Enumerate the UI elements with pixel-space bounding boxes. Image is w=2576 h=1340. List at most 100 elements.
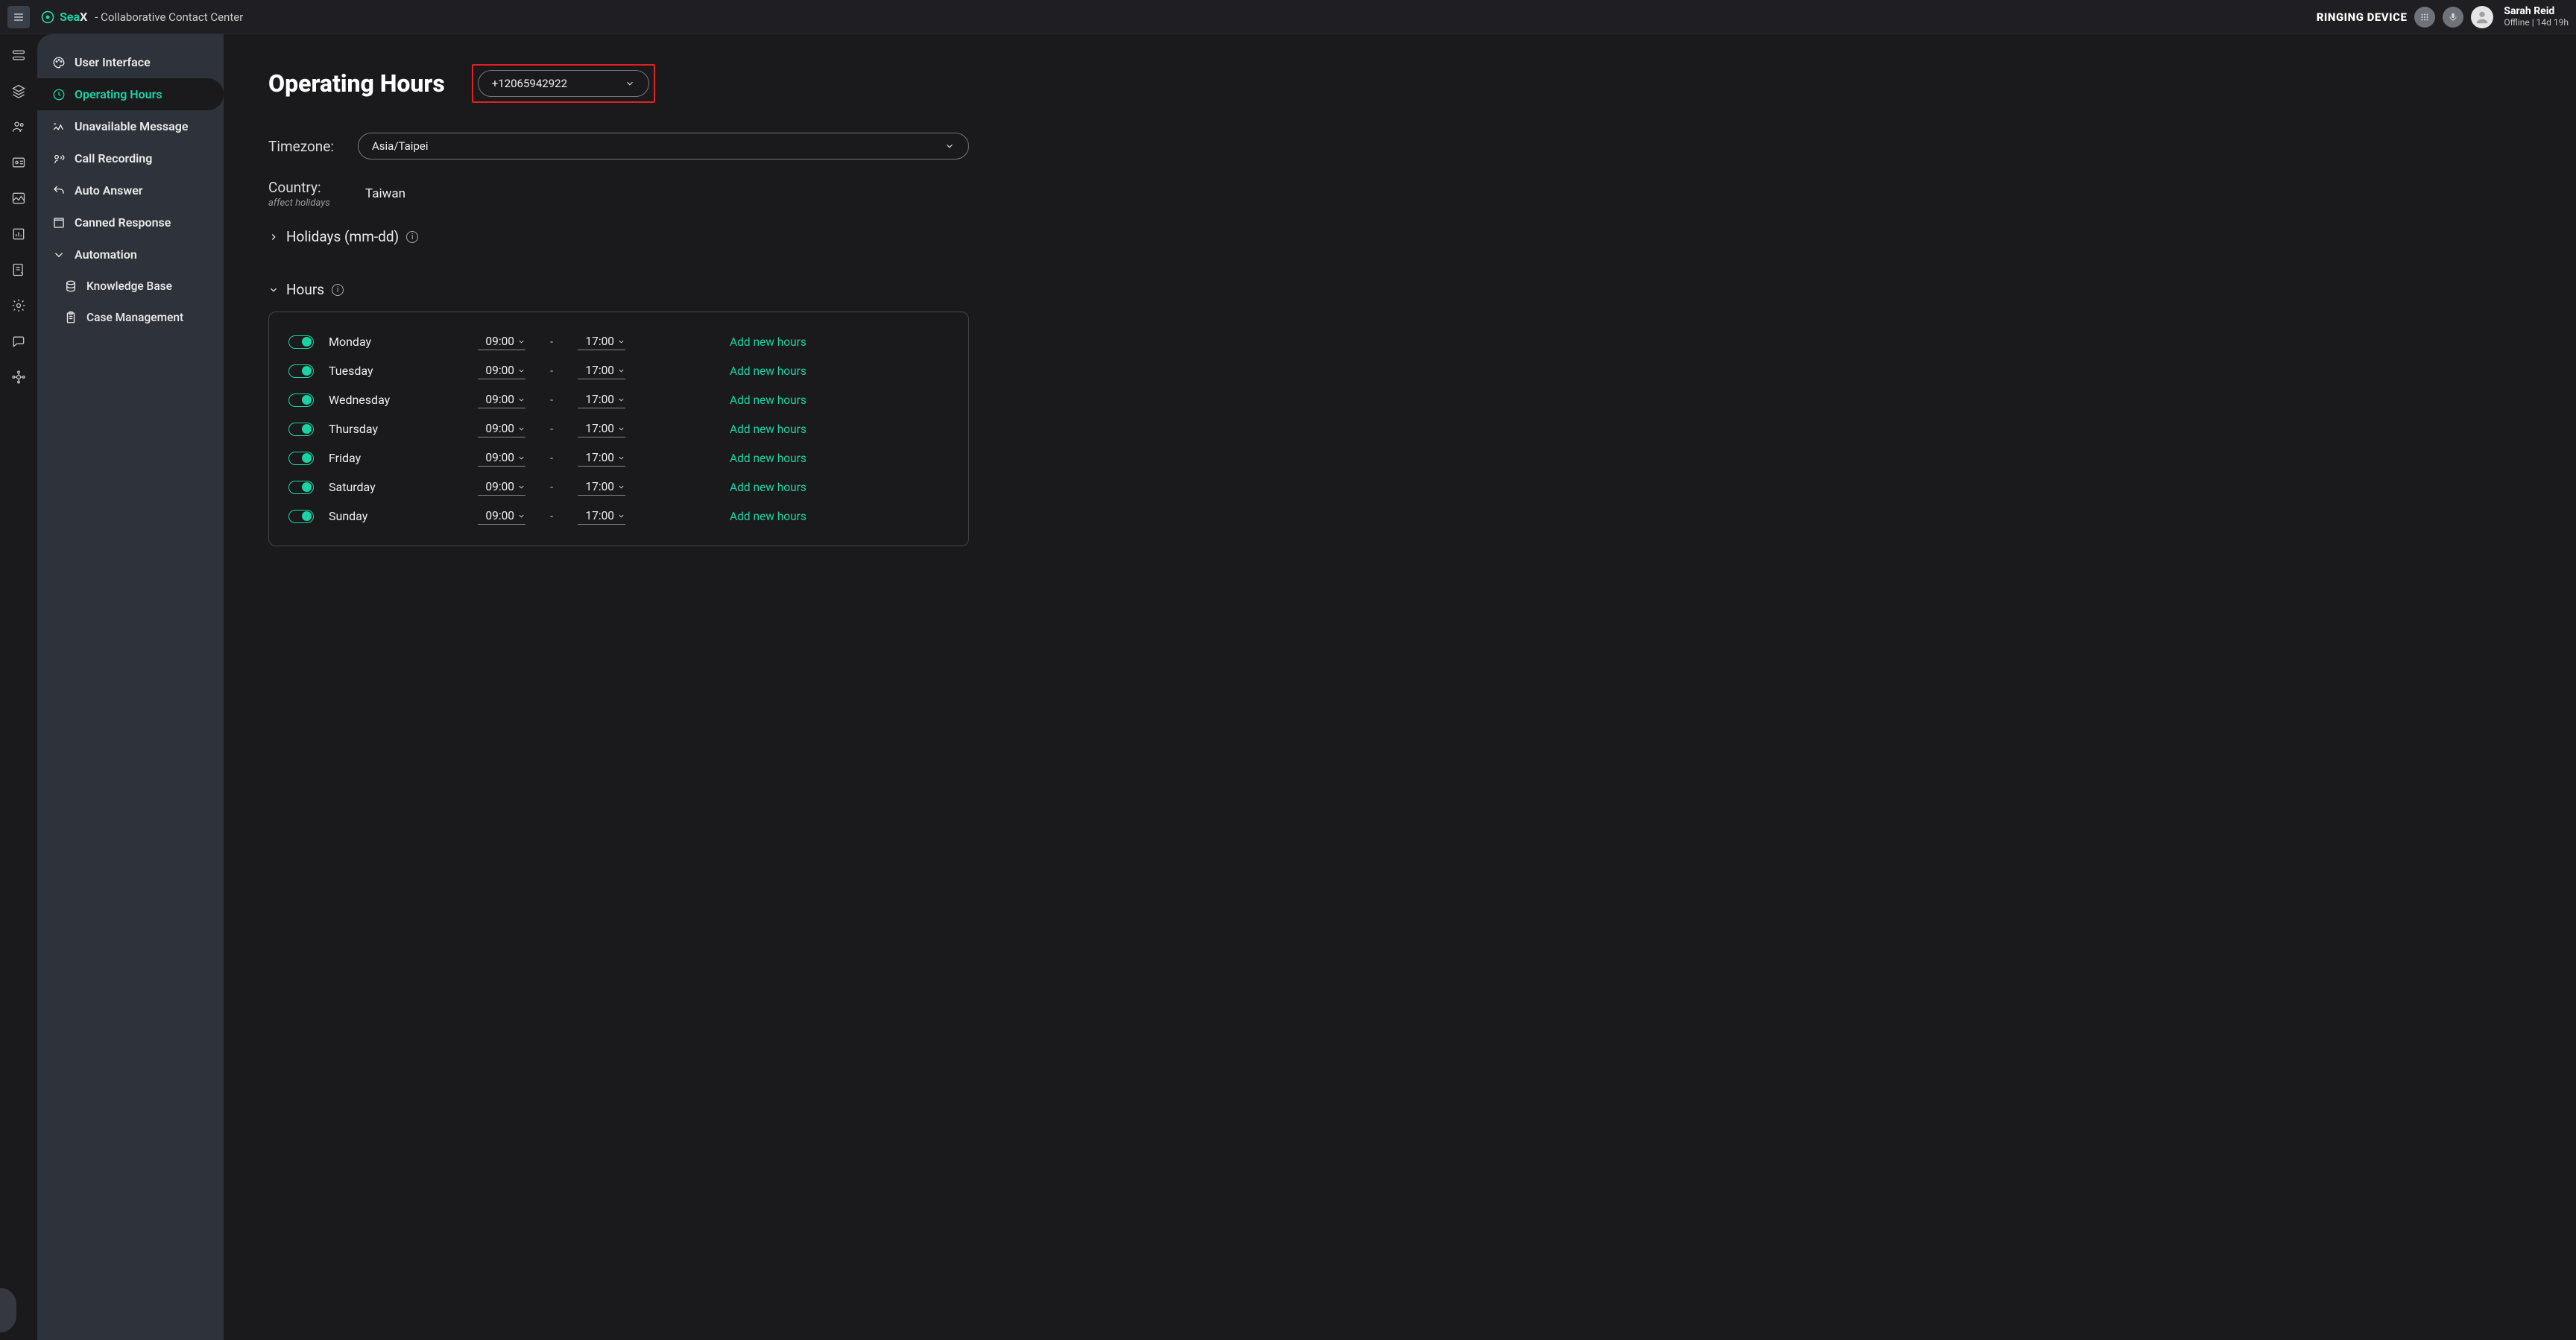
sidebar-item-canned-response[interactable]: Canned Response <box>37 206 224 238</box>
user-status: Offline | 14d 19h <box>2504 18 2569 28</box>
clock-icon <box>52 88 66 101</box>
ringing-device-label: RINGING DEVICE <box>2317 10 2408 24</box>
add-hours-link[interactable]: Add new hours <box>730 394 806 407</box>
chevron-right-icon <box>268 232 279 242</box>
icon-rail <box>0 34 37 1340</box>
header-actions: Sarah Reid Offline | 14d 19h <box>2414 6 2569 28</box>
time-to-select[interactable]: 17:00 <box>578 449 625 467</box>
country-sublabel: affect holidays <box>268 197 343 209</box>
dialpad-button[interactable] <box>2414 7 2435 28</box>
add-hours-link[interactable]: Add new hours <box>730 364 806 378</box>
time-to-select[interactable]: 17:00 <box>578 508 625 525</box>
country-value: Taiwan <box>365 186 405 201</box>
hours-row: Wednesday 09:00 - 17:00 Add new hours <box>288 385 949 414</box>
timezone-dropdown[interactable]: Asia/Taipei <box>358 133 969 159</box>
sidebar-item-label: Auto Answer <box>75 183 143 197</box>
brand-sub: - Collaborative Contact Center <box>95 10 243 24</box>
sidebar-item-user-interface[interactable]: User Interface <box>37 46 224 78</box>
menu-toggle-button[interactable] <box>7 6 30 28</box>
time-from-select[interactable]: 09:00 <box>478 478 525 496</box>
sidebar-item-label: Case Management <box>86 311 183 324</box>
time-to-select[interactable]: 17:00 <box>578 362 625 379</box>
add-hours-link[interactable]: Add new hours <box>730 510 806 523</box>
phone-highlight-box: +12065942922 <box>472 64 655 103</box>
time-to-select[interactable]: 17:00 <box>578 420 625 437</box>
day-name: Friday <box>329 451 418 465</box>
app-header: SeaX - Collaborative Contact Center RING… <box>0 0 2576 34</box>
add-hours-link[interactable]: Add new hours <box>730 335 806 349</box>
time-from-select[interactable]: 09:00 <box>478 362 525 379</box>
day-name: Monday <box>329 335 418 349</box>
rail-queues-icon[interactable] <box>10 46 28 64</box>
info-icon[interactable]: i <box>406 231 418 243</box>
holidays-section-toggle[interactable]: Holidays (mm-dd) i <box>268 228 2531 245</box>
info-icon[interactable]: i <box>332 284 344 296</box>
brand-block: SeaX - Collaborative Contact Center <box>40 10 243 25</box>
hours-box: Monday 09:00 - 17:00 Add new hours Tuesd… <box>268 312 969 546</box>
mic-button[interactable] <box>2443 7 2463 28</box>
rail-reports-icon[interactable] <box>10 225 28 243</box>
sidebar-item-knowledge-base[interactable]: Knowledge Base <box>37 271 224 302</box>
sidebar-item-label: Knowledge Base <box>86 279 172 293</box>
day-name: Sunday <box>329 509 418 523</box>
sidebar-item-auto-answer[interactable]: Auto Answer <box>37 174 224 206</box>
hours-row: Tuesday 09:00 - 17:00 Add new hours <box>288 356 949 385</box>
time-to-select[interactable]: 17:00 <box>578 478 625 496</box>
hours-row: Saturday 09:00 - 17:00 Add new hours <box>288 473 949 502</box>
add-hours-link[interactable]: Add new hours <box>730 452 806 465</box>
rail-id-icon[interactable] <box>10 154 28 171</box>
day-enable-toggle[interactable] <box>288 510 314 523</box>
time-from-select[interactable]: 09:00 <box>478 449 525 467</box>
time-to-select[interactable]: 17:00 <box>578 333 625 350</box>
rail-contacts-icon[interactable] <box>10 118 28 136</box>
user-name: Sarah Reid <box>2504 6 2569 17</box>
time-dash: - <box>540 511 563 522</box>
sidebar-item-case-management[interactable]: Case Management <box>37 302 224 333</box>
time-from-select[interactable]: 09:00 <box>478 420 525 437</box>
rail-settings-icon[interactable] <box>10 297 28 315</box>
add-hours-link[interactable]: Add new hours <box>730 481 806 494</box>
hours-row: Friday 09:00 - 17:00 Add new hours <box>288 443 949 473</box>
day-enable-toggle[interactable] <box>288 452 314 465</box>
time-dash: - <box>540 423 563 435</box>
clipboard-icon <box>64 311 78 324</box>
day-enable-toggle[interactable] <box>288 423 314 436</box>
sidebar-item-label: User Interface <box>75 55 151 69</box>
sidebar-item-operating-hours[interactable]: Operating Hours <box>37 78 224 110</box>
sidebar-item-unavailable-message[interactable]: Unavailable Message <box>37 110 224 142</box>
sidebar-item-label: Call Recording <box>75 151 152 165</box>
time-dash: - <box>540 365 563 377</box>
hours-label: Hours <box>286 281 324 298</box>
hours-section-toggle[interactable]: Hours i <box>268 281 2531 298</box>
hours-row: Sunday 09:00 - 17:00 Add new hours <box>288 502 949 531</box>
brand-name: SeaX <box>60 10 87 24</box>
time-from-select[interactable]: 09:00 <box>478 391 525 408</box>
rail-edit-icon[interactable] <box>10 261 28 279</box>
rail-layers-icon[interactable] <box>10 82 28 100</box>
sidebar-item-label: Unavailable Message <box>75 119 188 133</box>
recording-icon <box>52 152 66 165</box>
holidays-label: Holidays (mm-dd) <box>286 228 399 245</box>
timezone-label: Timezone: <box>268 138 343 155</box>
day-enable-toggle[interactable] <box>288 335 314 349</box>
time-from-select[interactable]: 09:00 <box>478 333 525 350</box>
country-label: Country: <box>268 179 343 196</box>
day-enable-toggle[interactable] <box>288 394 314 407</box>
chevron-down-icon <box>625 78 635 89</box>
rail-image-icon[interactable] <box>10 189 28 207</box>
sidebar-item-label: Canned Response <box>75 215 171 230</box>
day-enable-toggle[interactable] <box>288 364 314 378</box>
time-from-select[interactable]: 09:00 <box>478 508 525 525</box>
day-enable-toggle[interactable] <box>288 481 314 494</box>
hours-row: Monday 09:00 - 17:00 Add new hours <box>288 327 949 356</box>
sidebar-item-call-recording[interactable]: Call Recording <box>37 142 224 174</box>
rail-chat-icon[interactable] <box>10 332 28 350</box>
add-hours-link[interactable]: Add new hours <box>730 423 806 436</box>
rail-integrations-icon[interactable] <box>10 368 28 386</box>
user-avatar[interactable] <box>2471 6 2493 28</box>
time-to-select[interactable]: 17:00 <box>578 391 625 408</box>
sidebar-item-automation[interactable]: Automation <box>37 238 224 271</box>
day-name: Saturday <box>329 480 418 494</box>
phone-number-dropdown[interactable]: +12065942922 <box>478 70 649 97</box>
time-dash: - <box>540 481 563 493</box>
